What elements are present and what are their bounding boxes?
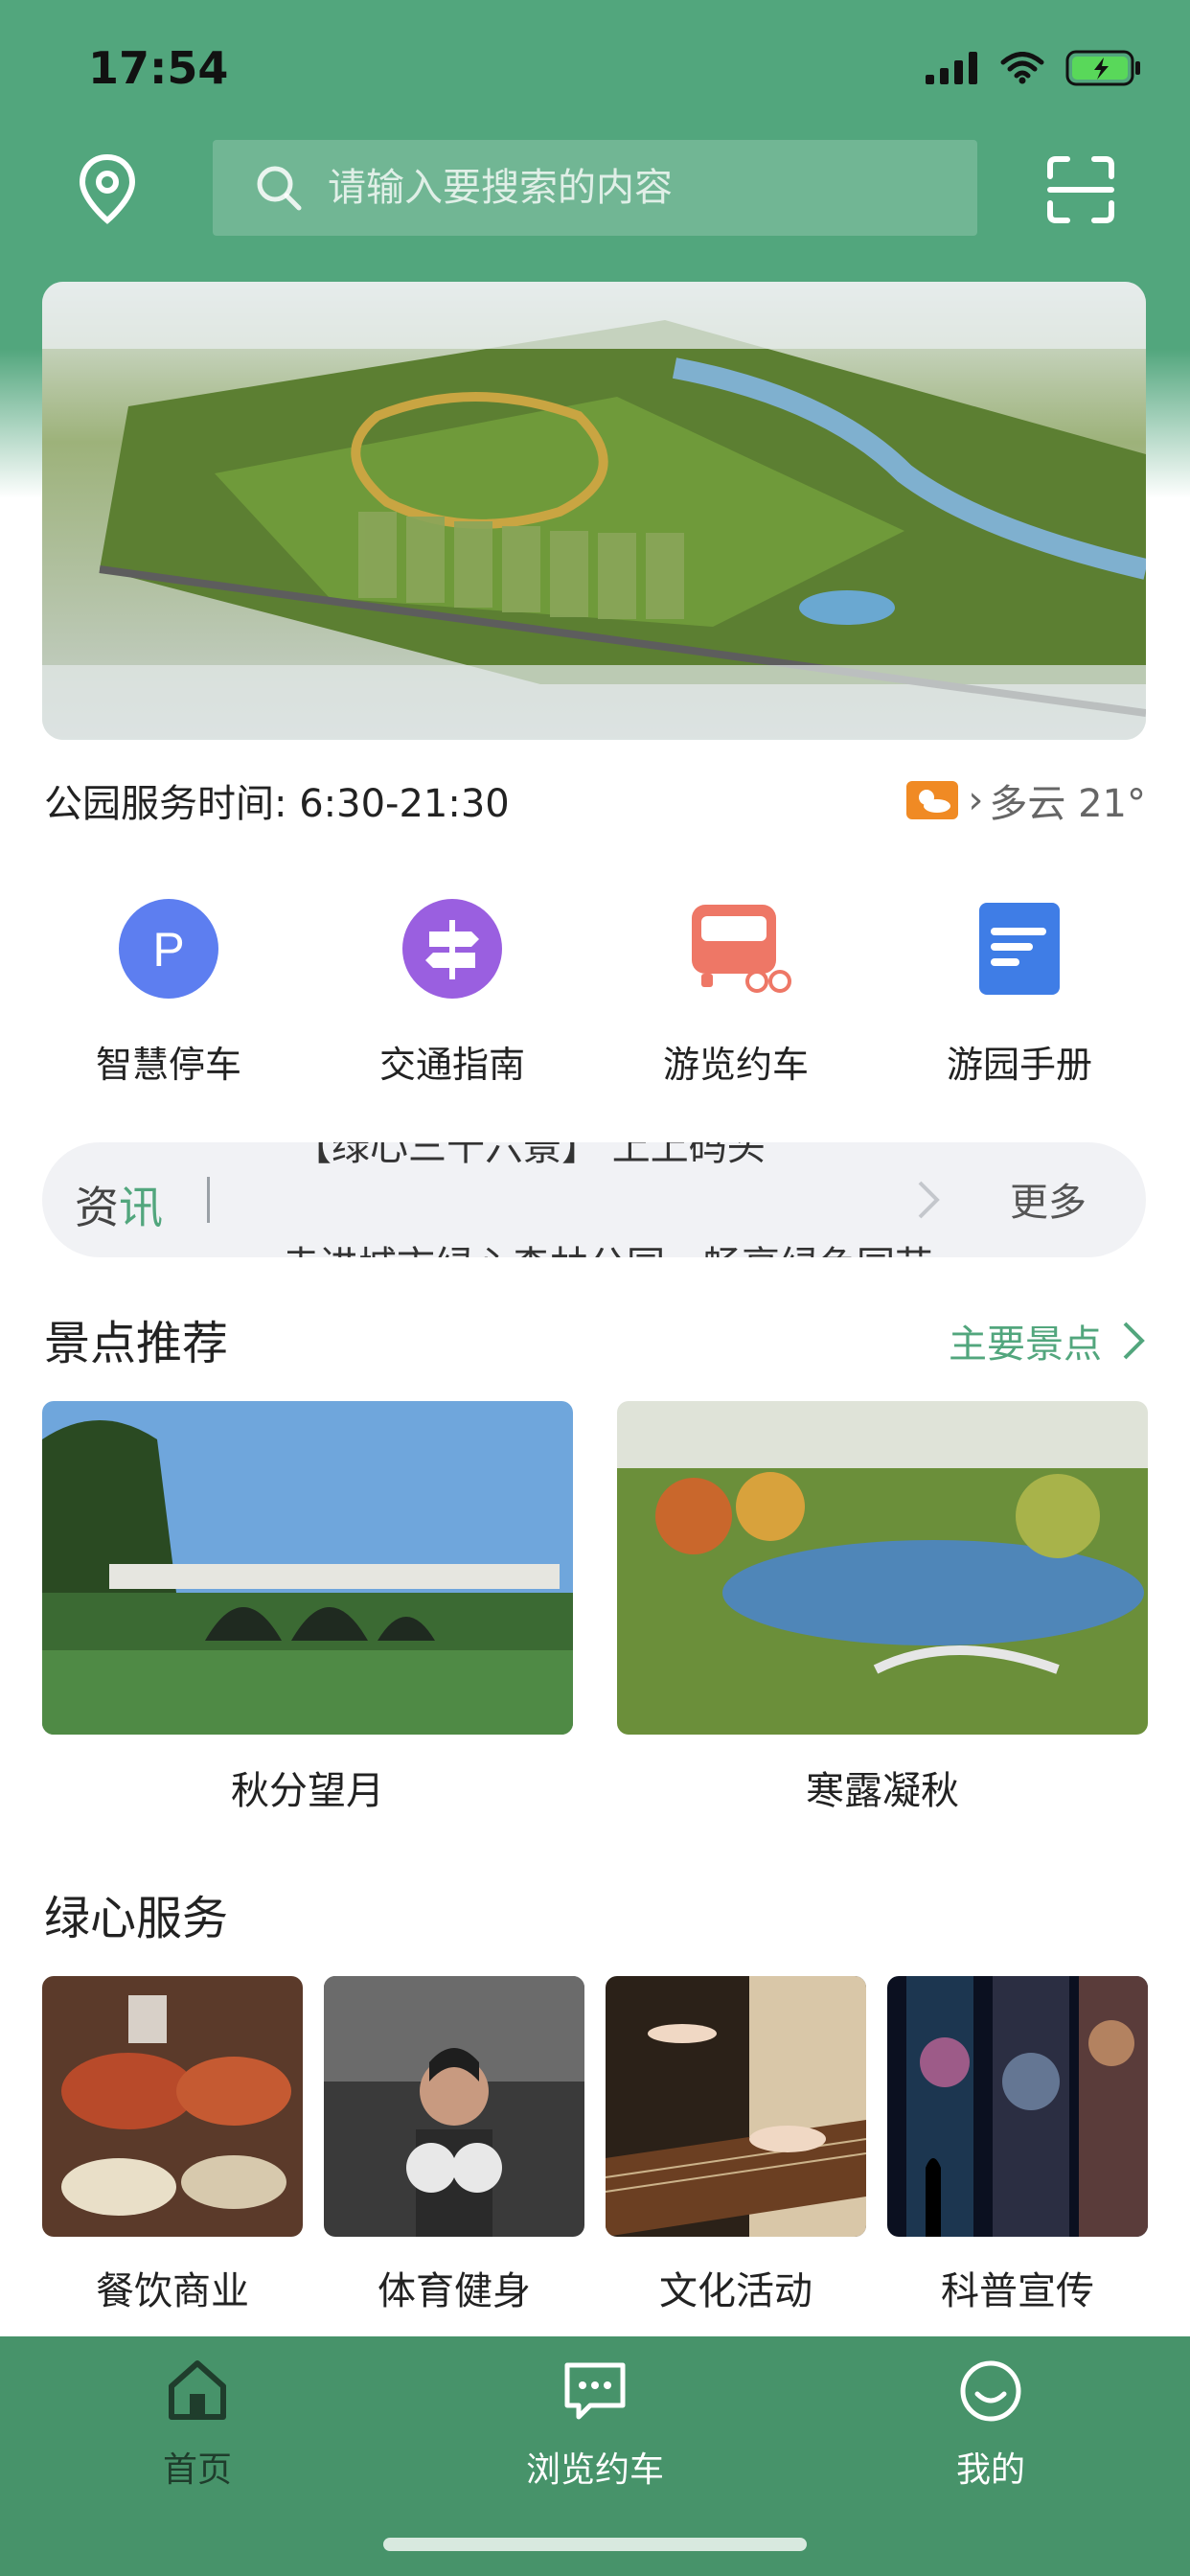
- search-input[interactable]: [326, 165, 943, 211]
- home-indicator: [383, 2538, 807, 2551]
- quick-link-label: 游园手册: [946, 1044, 1092, 1086]
- tab-home[interactable]: 首页: [54, 2358, 341, 2492]
- chevron-right-icon[interactable]: [914, 1177, 943, 1223]
- signal-icon: [926, 52, 977, 84]
- service-card[interactable]: 餐饮商业: [42, 1976, 303, 2315]
- location-pin-icon[interactable]: [71, 153, 144, 226]
- news-headline[interactable]: 【绿心三十六景】 上上码头: [293, 1142, 766, 1171]
- service-label: 科普宣传: [941, 2269, 1094, 2313]
- quick-link-handbook[interactable]: 游园手册: [895, 891, 1144, 1088]
- news-more-link[interactable]: 更多: [1010, 1171, 1087, 1227]
- news-tag-a: 资: [75, 1182, 119, 1233]
- news-headline[interactable]: 走进城市绿心森林公园，畅享绿色园艺: [282, 1234, 933, 1257]
- spot-label: 秋分望月: [231, 1769, 384, 1813]
- tab-browse-booking[interactable]: 浏览约车: [451, 2358, 739, 2492]
- weather-separator: ›: [968, 778, 984, 822]
- service-label: 餐饮商业: [96, 2269, 249, 2313]
- service-image-dining: [42, 1976, 303, 2237]
- home-icon: [169, 2360, 226, 2420]
- quick-link-label: 游览约车: [662, 1044, 809, 1086]
- chat-bubble-icon: [564, 2362, 626, 2420]
- news-divider: [207, 1177, 210, 1223]
- main-spots-label: 主要景点: [949, 1322, 1102, 1367]
- parking-icon: P: [119, 899, 218, 999]
- quick-link-sightseeing-car[interactable]: 游览约车: [611, 891, 860, 1088]
- news-ticker[interactable]: 资讯 【绿心三十六景】 上上码头 走进城市绿心森林公园，畅享绿色园艺 更多: [42, 1142, 1146, 1257]
- service-card[interactable]: 体育健身: [324, 1976, 584, 2315]
- search-icon: [257, 166, 302, 211]
- chevron-right-icon: [1123, 1322, 1145, 1360]
- service-image-science: [887, 1976, 1148, 2237]
- svg-text:P: P: [152, 923, 184, 977]
- tab-profile[interactable]: 我的: [847, 2358, 1134, 2492]
- spot-image-bridge: [42, 1401, 573, 1735]
- spot-card[interactable]: 寒露凝秋: [617, 1401, 1148, 1815]
- spot-image-lake: [617, 1401, 1148, 1735]
- quick-link-label: 智慧停车: [95, 1044, 241, 1086]
- service-card[interactable]: 文化活动: [606, 1976, 866, 2315]
- shuttle-bus-icon: [692, 905, 791, 993]
- main-spots-link[interactable]: 主要景点: [949, 1313, 1146, 1368]
- signpost-icon: [402, 899, 502, 999]
- status-icons: [926, 50, 1142, 86]
- weather-text: 多云 21°: [989, 782, 1146, 826]
- news-tag: 资讯: [75, 1173, 163, 1236]
- status-bar: 17:54: [0, 0, 1190, 134]
- service-image-culture: [606, 1976, 866, 2237]
- service-image-fitness: [324, 1976, 584, 2237]
- news-tag-b: 讯: [119, 1182, 163, 1233]
- smiley-icon: [960, 2360, 1021, 2422]
- partly-cloudy-icon: [906, 781, 959, 819]
- tab-label: 我的: [955, 2450, 1025, 2490]
- spot-card[interactable]: 秋分望月: [42, 1401, 573, 1815]
- weather-widget[interactable]: › 多云 21°: [906, 772, 1146, 828]
- quick-links: P 智慧停车 交通指南 游览约车 游园手册: [0, 891, 1190, 1102]
- service-card[interactable]: 科普宣传: [887, 1976, 1148, 2315]
- status-time: 17:54: [88, 42, 229, 94]
- quick-link-traffic-guide[interactable]: 交通指南: [328, 891, 577, 1088]
- scan-icon[interactable]: [1046, 155, 1115, 224]
- park-service-time: 公园服务时间: 6:30-21:30: [44, 782, 510, 826]
- spot-label: 寒露凝秋: [806, 1769, 959, 1813]
- search-bar[interactable]: [213, 140, 977, 236]
- banner-image[interactable]: [42, 282, 1146, 740]
- quick-link-parking[interactable]: P 智慧停车: [44, 891, 293, 1088]
- top-bar: [0, 134, 1190, 240]
- spots-section-title: 景点推荐: [44, 1317, 229, 1370]
- quick-link-label: 交通指南: [378, 1044, 525, 1086]
- service-label: 文化活动: [659, 2269, 812, 2313]
- tab-label: 浏览约车: [525, 2450, 664, 2490]
- wifi-icon: [1000, 52, 1044, 84]
- service-label: 体育健身: [378, 2269, 531, 2313]
- services-section-title: 绿心服务: [44, 1892, 229, 1945]
- tab-label: 首页: [162, 2450, 232, 2490]
- battery-icon: [1065, 50, 1140, 86]
- handbook-icon: [979, 903, 1060, 995]
